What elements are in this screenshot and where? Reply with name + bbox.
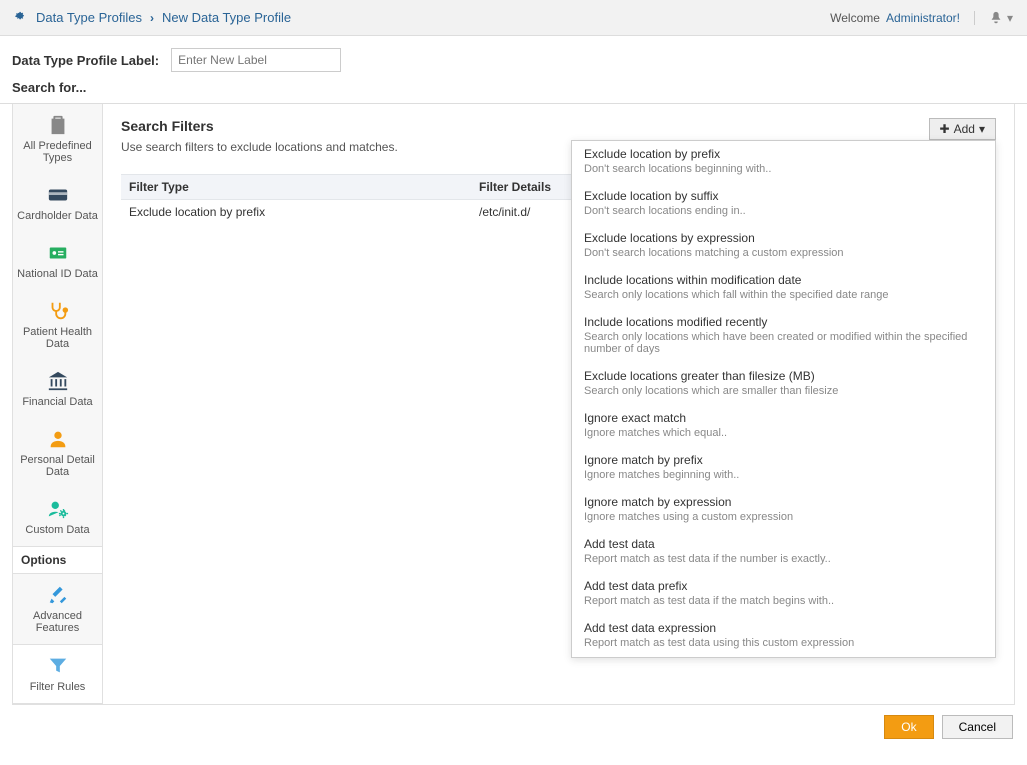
drop-item-desc: Search only locations which are smaller … xyxy=(584,385,983,397)
drop-item-desc: Report match as test data if the match b… xyxy=(584,595,983,607)
drop-item-desc: Report match as test data if the number … xyxy=(584,553,983,565)
sidebar-item-label: Personal Detail Data xyxy=(17,454,98,478)
sidebar-item-label: Patient Health Data xyxy=(17,326,98,350)
drop-item-title: Exclude location by prefix xyxy=(584,147,983,161)
person-gear-icon xyxy=(47,498,69,520)
drop-item-desc: Ignore matches using a custom expression xyxy=(584,511,983,523)
main-subtitle: Use search filters to exclude locations … xyxy=(121,140,398,154)
drop-item-exclude-suffix[interactable]: Exclude location by suffix Don't search … xyxy=(572,183,995,225)
sidebar-item-national-id[interactable]: National ID Data xyxy=(13,232,102,290)
sidebar-item-patient-health[interactable]: Patient Health Data xyxy=(13,290,102,360)
clipboard-icon xyxy=(47,114,69,136)
drop-item-title: Include locations within modification da… xyxy=(584,273,983,287)
sidebar-item-custom[interactable]: Custom Data xyxy=(13,488,102,546)
drop-item-title: Ignore match by prefix xyxy=(584,453,983,467)
drop-item-title: Add test data prefix xyxy=(584,579,983,593)
add-button-label: Add xyxy=(954,122,975,136)
drop-item-desc: Ignore matches beginning with.. xyxy=(584,469,983,481)
drop-item-desc: Search only locations which have been cr… xyxy=(584,331,983,355)
drop-item-title: Exclude location by suffix xyxy=(584,189,983,203)
sidebar-item-label: Advanced Features xyxy=(17,610,98,634)
ok-button[interactable]: Ok xyxy=(884,715,933,739)
cell-filter-type: Exclude location by prefix xyxy=(121,200,471,225)
drop-item-include-mod-recent[interactable]: Include locations modified recently Sear… xyxy=(572,309,995,363)
bell-icon xyxy=(989,11,1003,25)
breadcrumb-parent[interactable]: Data Type Profiles xyxy=(36,10,142,25)
col-filter-type: Filter Type xyxy=(121,175,471,200)
cancel-button[interactable]: Cancel xyxy=(942,715,1013,739)
profile-label-input[interactable] xyxy=(171,48,341,72)
add-dropdown: Exclude location by prefix Don't search … xyxy=(571,140,996,658)
sidebar-item-label: Cardholder Data xyxy=(17,210,98,222)
filter-icon xyxy=(47,655,69,677)
drop-item-ignore-exact[interactable]: Ignore exact match Ignore matches which … xyxy=(572,405,995,447)
sidebar-option-filter-rules[interactable]: Filter Rules xyxy=(13,644,102,704)
drop-item-test-data-expression[interactable]: Add test data expression Report match as… xyxy=(572,615,995,657)
drop-item-test-data[interactable]: Add test data Report match as test data … xyxy=(572,531,995,573)
drop-item-desc: Ignore matches which equal.. xyxy=(584,427,983,439)
breadcrumb-current[interactable]: New Data Type Profile xyxy=(162,10,291,25)
credit-card-icon xyxy=(47,184,69,206)
topbar: Data Type Profiles › New Data Type Profi… xyxy=(0,0,1027,36)
bank-icon xyxy=(47,370,69,392)
drop-item-include-mod-date[interactable]: Include locations within modification da… xyxy=(572,267,995,309)
drop-item-title: Add test data expression xyxy=(584,621,983,635)
tools-icon xyxy=(47,584,69,606)
notifications-menu[interactable]: ▾ xyxy=(974,11,1013,25)
main-panel: Search Filters Use search filters to exc… xyxy=(103,104,1014,704)
sidebar-item-label: Financial Data xyxy=(22,396,92,408)
drop-item-desc: Report match as test data using this cus… xyxy=(584,637,983,649)
sidebar-item-label: All Predefined Types xyxy=(17,140,98,164)
sidebar-item-label: Custom Data xyxy=(25,524,89,536)
sidebar-options-header: Options xyxy=(13,546,102,574)
sidebar-item-label: National ID Data xyxy=(17,268,98,280)
add-button[interactable]: ✚ Add ▾ xyxy=(929,118,996,140)
drop-item-title: Exclude locations by expression xyxy=(584,231,983,245)
chevron-right-icon: › xyxy=(150,11,154,25)
drop-item-ignore-prefix[interactable]: Ignore match by prefix Ignore matches be… xyxy=(572,447,995,489)
sidebar-option-advanced[interactable]: Advanced Features xyxy=(13,574,102,644)
profile-label-text: Data Type Profile Label: xyxy=(12,53,159,68)
sidebar: All Predefined Types Cardholder Data Nat… xyxy=(13,104,103,704)
user-icon xyxy=(47,428,69,450)
drop-item-title: Ignore exact match xyxy=(584,411,983,425)
caret-down-icon: ▾ xyxy=(979,122,985,136)
stethoscope-icon xyxy=(47,300,69,322)
drop-item-desc: Don't search locations beginning with.. xyxy=(584,163,983,175)
sidebar-item-cardholder[interactable]: Cardholder Data xyxy=(13,174,102,232)
drop-item-desc: Don't search locations ending in.. xyxy=(584,205,983,217)
drop-item-title: Add test data xyxy=(584,537,983,551)
welcome-area: Welcome Administrator! ▾ xyxy=(830,11,1013,25)
id-card-icon xyxy=(47,242,69,264)
caret-down-icon: ▾ xyxy=(1007,11,1013,25)
drop-item-title: Ignore match by expression xyxy=(584,495,983,509)
drop-item-title: Exclude locations greater than filesize … xyxy=(584,369,983,383)
sidebar-item-all-predefined[interactable]: All Predefined Types xyxy=(13,104,102,174)
sidebar-item-label: Filter Rules xyxy=(30,681,86,693)
drop-item-ignore-expression[interactable]: Ignore match by expression Ignore matche… xyxy=(572,489,995,531)
drop-item-desc: Search only locations which fall within … xyxy=(584,289,983,301)
gears-icon xyxy=(14,11,28,25)
main-title: Search Filters xyxy=(121,118,398,134)
user-link[interactable]: Administrator! xyxy=(886,11,960,25)
sidebar-item-personal-detail[interactable]: Personal Detail Data xyxy=(13,418,102,488)
content-area: All Predefined Types Cardholder Data Nat… xyxy=(12,104,1015,705)
drop-item-exclude-prefix[interactable]: Exclude location by prefix Don't search … xyxy=(572,141,995,183)
plus-icon: ✚ xyxy=(940,122,950,136)
drop-item-title: Include locations modified recently xyxy=(584,315,983,329)
drop-item-desc: Don't search locations matching a custom… xyxy=(584,247,983,259)
profile-label-row: Data Type Profile Label: xyxy=(0,36,1027,80)
drop-item-exclude-filesize[interactable]: Exclude locations greater than filesize … xyxy=(572,363,995,405)
breadcrumb: Data Type Profiles › New Data Type Profi… xyxy=(14,10,291,25)
drop-item-test-data-prefix[interactable]: Add test data prefix Report match as tes… xyxy=(572,573,995,615)
welcome-prefix: Welcome xyxy=(830,11,880,25)
footer: Ok Cancel xyxy=(0,705,1027,749)
sidebar-item-financial[interactable]: Financial Data xyxy=(13,360,102,418)
drop-item-exclude-expression[interactable]: Exclude locations by expression Don't se… xyxy=(572,225,995,267)
search-for-header: Search for... xyxy=(0,80,1027,104)
